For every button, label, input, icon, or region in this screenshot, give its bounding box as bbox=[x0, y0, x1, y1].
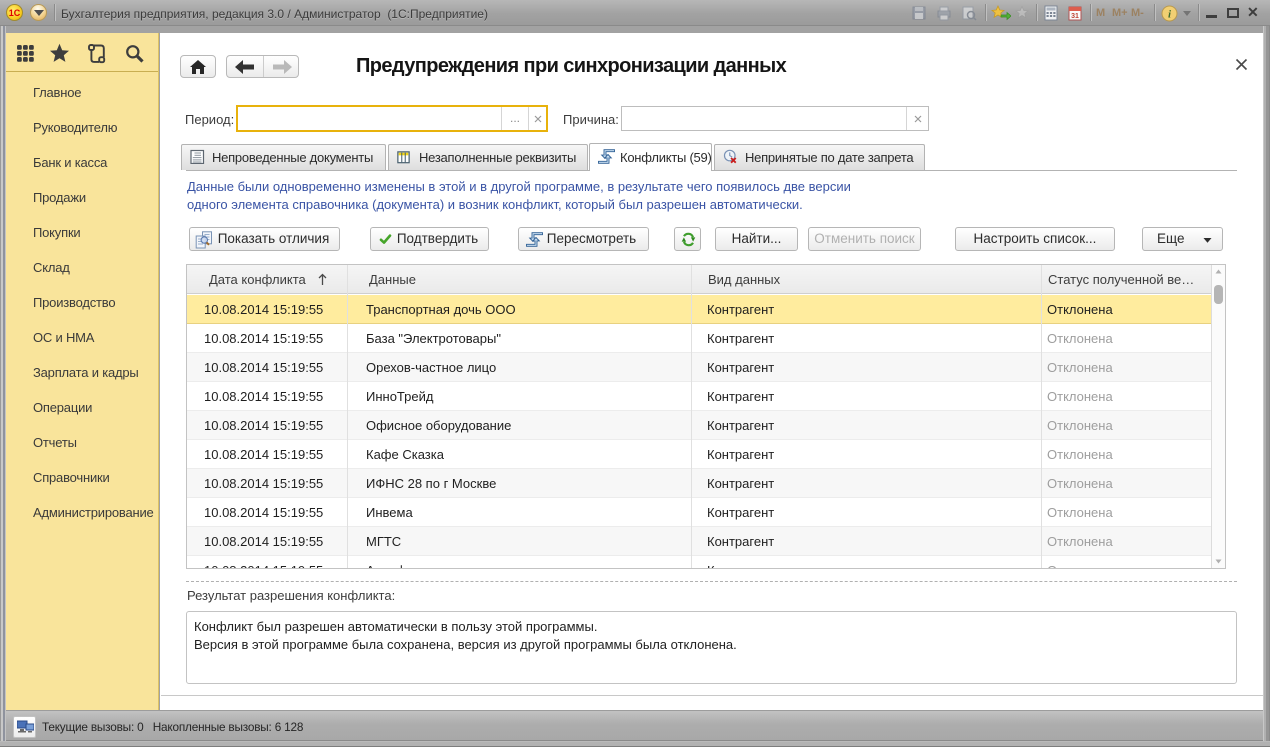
svg-text:31: 31 bbox=[1071, 13, 1079, 20]
